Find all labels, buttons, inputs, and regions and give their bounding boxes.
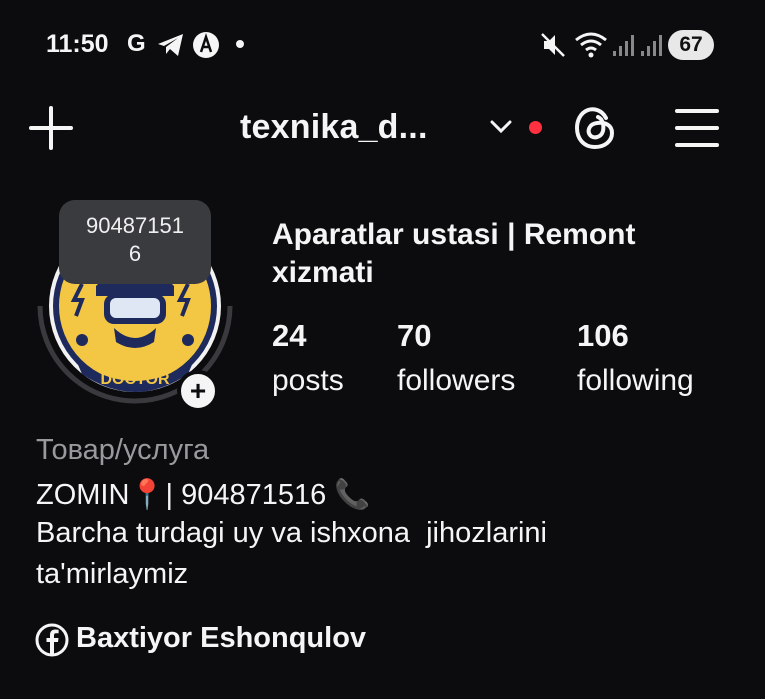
signal-2-icon xyxy=(641,35,662,56)
threads-icon[interactable] xyxy=(572,104,618,152)
app-notification-icon xyxy=(193,32,219,58)
profile-category: Товар/услуга xyxy=(36,434,210,466)
account-username[interactable]: texnika_d... xyxy=(240,108,428,147)
profile-display-name: Aparatlar ustasi | Remont xizmati xyxy=(272,218,636,289)
facebook-link-name[interactable]: Baxtiyor Eshonqulov xyxy=(76,622,366,655)
battery-indicator: 67 xyxy=(668,30,714,60)
notification-dot xyxy=(529,121,542,134)
telegram-icon xyxy=(158,34,183,56)
wifi-icon xyxy=(575,32,607,58)
bio-line-description-end: ta'mirlaymiz xyxy=(36,558,189,590)
posts-count[interactable]: 24 xyxy=(272,318,306,354)
avatar-note-bubble[interactable]: 90487151 6 xyxy=(59,200,211,284)
facebook-icon[interactable] xyxy=(35,623,69,657)
more-notifications-dot xyxy=(236,40,244,48)
signal-1-icon xyxy=(613,35,634,56)
mute-icon xyxy=(541,33,565,57)
logo-text: DOCTOR xyxy=(100,371,169,388)
note-text: 90487151 6 xyxy=(86,213,184,266)
following-count[interactable]: 106 xyxy=(577,318,629,354)
add-story-button[interactable]: + xyxy=(177,370,219,412)
bio-line-location-phone: ZOMIN📍| 904871516 📞 xyxy=(36,479,371,511)
create-plus-icon[interactable] xyxy=(29,106,73,150)
bio-line-description: Barcha turdagi uy va ishxona jihozlarini xyxy=(36,517,547,549)
menu-icon[interactable] xyxy=(674,106,720,150)
chevron-down-icon[interactable] xyxy=(489,119,513,135)
followers-label[interactable]: followers xyxy=(397,364,515,398)
google-icon: G xyxy=(127,30,146,57)
posts-label[interactable]: posts xyxy=(272,364,344,398)
followers-count[interactable]: 70 xyxy=(397,318,431,354)
following-label[interactable]: following xyxy=(577,364,694,398)
status-time: 11:50 xyxy=(46,30,109,58)
